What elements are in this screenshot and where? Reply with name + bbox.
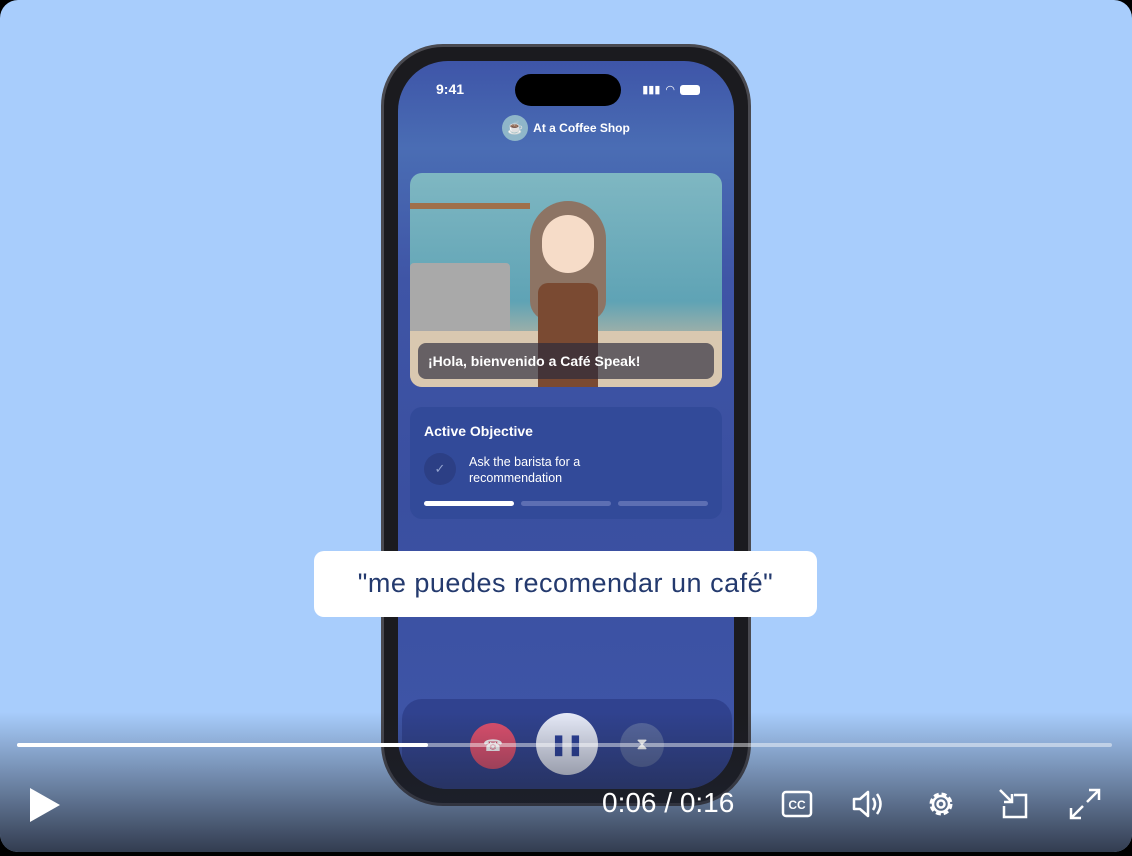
wifi-icon: ◠ (665, 84, 675, 96)
picture-in-picture-icon[interactable] (996, 786, 1032, 822)
video-player[interactable]: 9:41 ▮▮▮ ◠ ☕ At a Coffee Shop ¡Hola, bie… (0, 0, 1132, 852)
scenario-title: At a Coffee Shop (533, 121, 630, 135)
time-display: 0:06 / 0:16 (602, 787, 735, 818)
phone-screen: 9:41 ▮▮▮ ◠ ☕ At a Coffee Shop ¡Hola, bie… (398, 61, 734, 789)
espresso-machine (410, 263, 510, 333)
seek-bar-progress (17, 743, 428, 747)
dynamic-island (515, 74, 621, 106)
play-button[interactable] (30, 788, 60, 822)
volume-icon[interactable] (850, 786, 886, 822)
speech-subtitle: "me puedes recomendar un café" (314, 551, 817, 617)
controls-gradient (0, 712, 1132, 852)
barista-face (542, 215, 594, 273)
check-icon: ✓ (424, 453, 456, 485)
progress-segment-1 (424, 501, 514, 506)
fullscreen-icon[interactable] (1067, 786, 1103, 822)
status-time: 9:41 (436, 81, 465, 97)
battery-icon (680, 84, 700, 95)
coffee-cup-icon: ☕ (502, 115, 529, 141)
status-icons: ▮▮▮ ◠ (642, 83, 700, 96)
shelf (410, 203, 530, 209)
objective-heading: Active Objective (424, 423, 533, 439)
signal-icon: ▮▮▮ (642, 84, 661, 96)
objective-text: Ask the barista for a recommendation (469, 455, 581, 485)
scene-caption: ¡Hola, bienvenido a Café Speak! (418, 343, 714, 379)
phone-mockup: 9:41 ▮▮▮ ◠ ☕ At a Coffee Shop ¡Hola, bie… (381, 44, 751, 806)
scenario-header: ☕ At a Coffee Shop (398, 115, 734, 141)
settings-gear-icon[interactable] (923, 786, 959, 822)
active-objective-card: Active Objective ✓ Ask the barista for a… (410, 407, 722, 519)
progress-segment-3 (618, 501, 708, 506)
captions-icon[interactable]: CC (779, 786, 815, 822)
svg-text:CC: CC (788, 798, 806, 812)
progress-segment-2 (521, 501, 611, 506)
barista-scene-image: ¡Hola, bienvenido a Café Speak! (410, 173, 722, 387)
seek-bar[interactable] (17, 743, 1112, 747)
